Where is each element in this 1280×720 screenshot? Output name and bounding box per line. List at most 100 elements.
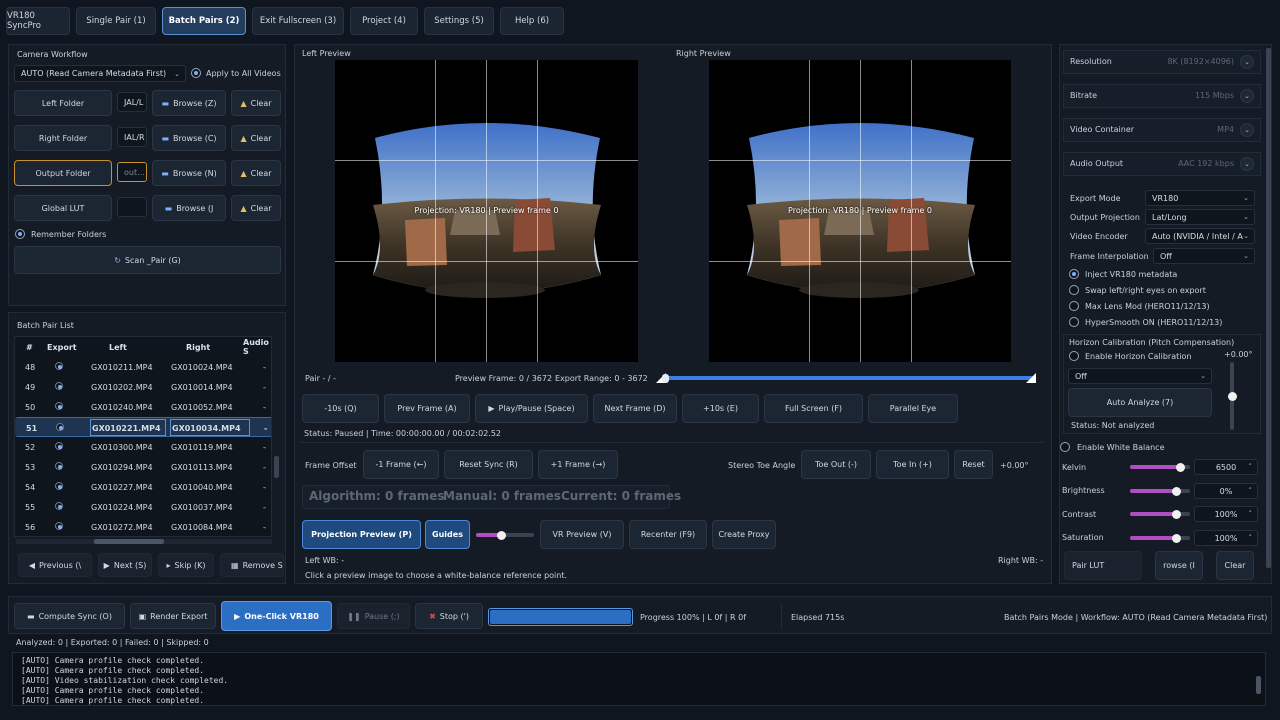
row-export-toggle[interactable] [55, 522, 63, 530]
enable-horizon-radio[interactable] [1069, 351, 1079, 361]
row-export-toggle[interactable] [55, 482, 63, 490]
remove-button[interactable]: ▦ Remove Se [220, 553, 284, 577]
settings-scrollbar[interactable] [1266, 48, 1271, 568]
clear-output-button[interactable]: ▲ Clear [231, 160, 281, 186]
scan-pair-button[interactable]: ↻ Scan _Pair (G) [14, 246, 281, 274]
chevron-down-icon[interactable]: ⌄ [1240, 157, 1254, 171]
table-scrollbar[interactable] [274, 456, 279, 478]
guides-slider-knob[interactable] [497, 531, 506, 540]
timeline-slider[interactable] [662, 376, 1034, 380]
max-lens-radio[interactable] [1069, 301, 1079, 311]
left-preview-image[interactable]: Projection: VR180 | Preview frame 0 [335, 60, 638, 362]
log-scrollbar[interactable] [1256, 676, 1261, 694]
row-export-toggle[interactable] [55, 362, 63, 370]
horizon-mode-select[interactable]: Off ⌄ [1068, 368, 1212, 384]
hypersmooth-radio[interactable] [1069, 317, 1079, 327]
remember-radio[interactable] [15, 229, 25, 239]
global-lut-field[interactable] [117, 197, 147, 217]
tab-exit-fullscreen[interactable]: Exit Fullscreen (3) [252, 7, 344, 35]
left-folder-field[interactable]: JAL/L [117, 92, 147, 112]
brightness-spinbox[interactable]: 0% ˄ [1194, 483, 1258, 499]
plus-frame-button[interactable]: +1 Frame (→) [538, 450, 618, 479]
right-folder-field[interactable]: IAL/R [117, 127, 147, 147]
tab-project[interactable]: Project (4) [350, 7, 418, 35]
chevron-down-icon[interactable]: ⌄ [1240, 89, 1254, 103]
tab-settings[interactable]: Settings (5) [424, 7, 494, 35]
kelvin-slider-knob[interactable] [1176, 463, 1185, 472]
browse-z-button[interactable]: ▬ Browse (Z) [152, 90, 226, 116]
toe-out-button[interactable]: Toe Out (-) [801, 450, 871, 479]
interp-select[interactable]: Off ⌄ [1153, 248, 1255, 264]
browse-c-button[interactable]: ▬ Browse (C) [152, 125, 226, 151]
row-export-toggle[interactable] [55, 502, 63, 510]
swap-eyes-radio[interactable] [1069, 285, 1079, 295]
global-lut-button[interactable]: Global LUT [14, 195, 112, 221]
horizon-slider-knob[interactable] [1228, 392, 1237, 401]
row-export-toggle[interactable] [55, 442, 63, 450]
compute-sync-button[interactable]: ▬ Compute Sync (O) [14, 603, 125, 629]
create-proxy-button[interactable]: Create Proxy [712, 520, 776, 549]
full-screen-button[interactable]: Full Screen (F) [764, 394, 863, 423]
next-button[interactable]: ▶ Next (S) [98, 553, 152, 577]
reset-sync-button[interactable]: Reset Sync (R) [444, 450, 533, 479]
clear-lut-button[interactable]: ▲ Clear [231, 195, 281, 221]
tab-help[interactable]: Help (6) [500, 7, 564, 35]
clear-right-button[interactable]: ▲ Clear [231, 125, 281, 151]
projection-preview-button[interactable]: Projection Preview (P) [302, 520, 421, 549]
brightness-slider-knob[interactable] [1172, 487, 1181, 496]
bitrate-value[interactable]: 115 Mbps [1140, 91, 1234, 100]
pair-lut-browse-button[interactable]: rowse (I [1155, 551, 1203, 580]
one-click-vr180-button[interactable]: ▶ One-Click VR180 [221, 601, 332, 631]
saturation-spinbox[interactable]: 100% ˄ [1194, 530, 1258, 546]
workflow-select[interactable]: AUTO (Read Camera Metadata First) ⌄ [14, 65, 186, 82]
toe-in-button[interactable]: Toe In (+) [876, 450, 949, 479]
log-console[interactable]: [AUTO] Camera profile check completed. [… [12, 652, 1266, 706]
recenter-button[interactable]: Recenter (F9) [629, 520, 707, 549]
container-value[interactable]: MP4 [1140, 125, 1234, 134]
row-export-toggle[interactable] [55, 382, 63, 390]
pause-button[interactable]: ❚❚ Pause (;) [337, 603, 410, 629]
previous-button[interactable]: ◀ Previous (\ [18, 553, 92, 577]
resolution-value[interactable]: 8K (8192×4096) [1140, 57, 1234, 66]
export-mode-select[interactable]: VR180 ⌄ [1145, 190, 1255, 206]
chevron-down-icon[interactable]: ⌄ [1240, 55, 1254, 69]
parallel-eye-button[interactable]: Parallel Eye [868, 394, 958, 423]
right-preview-image[interactable]: Projection: VR180 | Preview frame 0 [709, 60, 1011, 362]
auto-analyze-button[interactable]: Auto Analyze (7) [1068, 388, 1212, 417]
apply-all-radio[interactable] [191, 68, 201, 78]
table-row[interactable]: 49 GX010202.MP4 GX010014.MP4 - [15, 377, 271, 397]
browse-j-button[interactable]: ▬ Browse (J [152, 195, 226, 221]
table-row[interactable]: 52 GX010300.MP4 GX010119.MP4 - [15, 437, 271, 457]
table-row[interactable]: 56 GX010272.MP4 GX010084.MP4 - [15, 517, 271, 536]
output-projection-select[interactable]: Lat/Long ⌄ [1145, 209, 1255, 225]
render-export-button[interactable]: ▣ Render Export [130, 603, 216, 629]
table-row[interactable]: 55 GX010224.MP4 GX010037.MP4 - [15, 497, 271, 517]
fwd-10s-button[interactable]: +10s (E) [682, 394, 759, 423]
chevron-down-icon[interactable]: ⌄ [1240, 123, 1254, 137]
skip-button[interactable]: ▸ Skip (K) [158, 553, 214, 577]
tab-app[interactable]: VR180 SyncPro [6, 7, 70, 35]
left-folder-button[interactable]: Left Folder [14, 90, 112, 116]
table-hscroll[interactable] [16, 539, 272, 544]
playhead-handle[interactable] [662, 374, 669, 383]
browse-n-button[interactable]: ▬ Browse (N) [152, 160, 226, 186]
encoder-select[interactable]: Auto (NVIDIA / Intel / A ⌄ [1145, 228, 1255, 244]
tab-single-pair[interactable]: Single Pair (1) [76, 7, 156, 35]
play-pause-button[interactable]: ▶ Play/Pause (Space) [475, 394, 588, 423]
row-export-toggle[interactable] [55, 402, 63, 410]
table-row[interactable]: 51 GX010221.MP4 GX010034.MP4- [15, 417, 271, 437]
pair-lut-button[interactable]: Pair LUT [1064, 551, 1142, 580]
contrast-spinbox[interactable]: 100% ˄ [1194, 506, 1258, 522]
output-folder-field[interactable]: out... [117, 162, 147, 182]
kelvin-spinbox[interactable]: 6500 ˄ [1194, 459, 1258, 475]
tab-batch-pairs[interactable]: Batch Pairs (2) [162, 7, 246, 35]
right-folder-button[interactable]: Right Folder [14, 125, 112, 151]
pair-lut-clear-button[interactable]: Clear [1216, 551, 1254, 580]
range-end-handle[interactable] [1026, 373, 1036, 383]
table-row[interactable]: 54 GX010227.MP4 GX010040.MP4 - [15, 477, 271, 497]
contrast-slider-knob[interactable] [1172, 510, 1181, 519]
table-row[interactable]: 50 GX010240.MP4 GX010052.MP4 - [15, 397, 271, 417]
stop-button[interactable]: ✖ Stop (') [415, 603, 483, 629]
row-export-toggle[interactable] [56, 423, 64, 431]
guides-button[interactable]: Guides [425, 520, 470, 549]
